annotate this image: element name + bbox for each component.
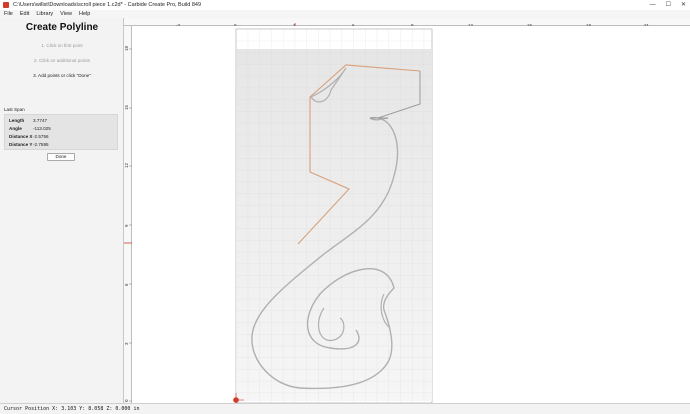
last-span-box: Length 3.7747 Angle -113.025 Distance X-2.… [4, 114, 118, 150]
span-row-angle: Angle -113.025 [9, 126, 51, 131]
canvas-svg[interactable] [132, 26, 690, 404]
menu-file[interactable]: File [4, 10, 13, 18]
step-additional-points: 2. Click on additional points [34, 58, 90, 63]
ruler-left-tick: 18 [124, 45, 129, 51]
menu-bar: File Edit Library View Help [0, 10, 690, 18]
design-canvas[interactable] [132, 26, 690, 404]
menu-view[interactable]: View [60, 10, 72, 18]
minimize-icon[interactable]: — [650, 1, 656, 9]
ruler-left-svg: 18 15 12 9 6 3 0 [124, 45, 132, 402]
span-row-distance-x: Distance X-2.5756 [9, 134, 49, 139]
step-add-or-done: 3. Add points or click "Done" [33, 73, 91, 78]
span-row-distance-y: Distance Y-2.7595 [9, 142, 49, 147]
step-first-point: 1. Click on first point [41, 43, 83, 48]
menu-library[interactable]: Library [36, 10, 53, 18]
cursor-position: Cursor Position X: 3.103 Y: 8.058 Z: 0.0… [4, 406, 140, 412]
span-row-length: Length 3.7747 [9, 118, 48, 123]
ruler-left-tick: 12 [124, 162, 129, 168]
menu-edit[interactable]: Edit [20, 10, 29, 18]
ruler-left-tick: 9 [124, 224, 129, 227]
ruler-left-tick: 3 [124, 342, 129, 345]
menu-help[interactable]: Help [79, 10, 90, 18]
close-icon[interactable]: ✕ [681, 1, 686, 9]
panel-title: Create Polyline [25, 22, 99, 33]
title-bar: C:\Users\willst\Downloads\scroll piece 1… [0, 0, 690, 10]
tool-panel: Create Polyline 1. Click on first point … [0, 18, 124, 403]
window-title: C:\Users\willst\Downloads\scroll piece 1… [13, 2, 201, 8]
window-controls: — ☐ ✕ [650, 1, 686, 9]
last-span-label: Last Span [4, 107, 25, 112]
app-logo-icon [3, 2, 9, 8]
ruler-left: 18 15 12 9 6 3 0 [124, 26, 132, 403]
ruler-left-tick: 15 [124, 104, 129, 110]
done-button[interactable]: Done [47, 153, 75, 161]
status-bar: Cursor Position X: 3.103 Y: 8.058 Z: 0.0… [0, 403, 690, 414]
maximize-icon[interactable]: ☐ [666, 1, 671, 9]
ruler-left-tick: 0 [124, 399, 129, 402]
ruler-top: -3 0 3 6 9 12 15 18 21 [124, 18, 690, 31]
app-window: C:\Users\willst\Downloads\scroll piece 1… [0, 0, 690, 414]
ruler-left-tick: 6 [124, 283, 129, 286]
